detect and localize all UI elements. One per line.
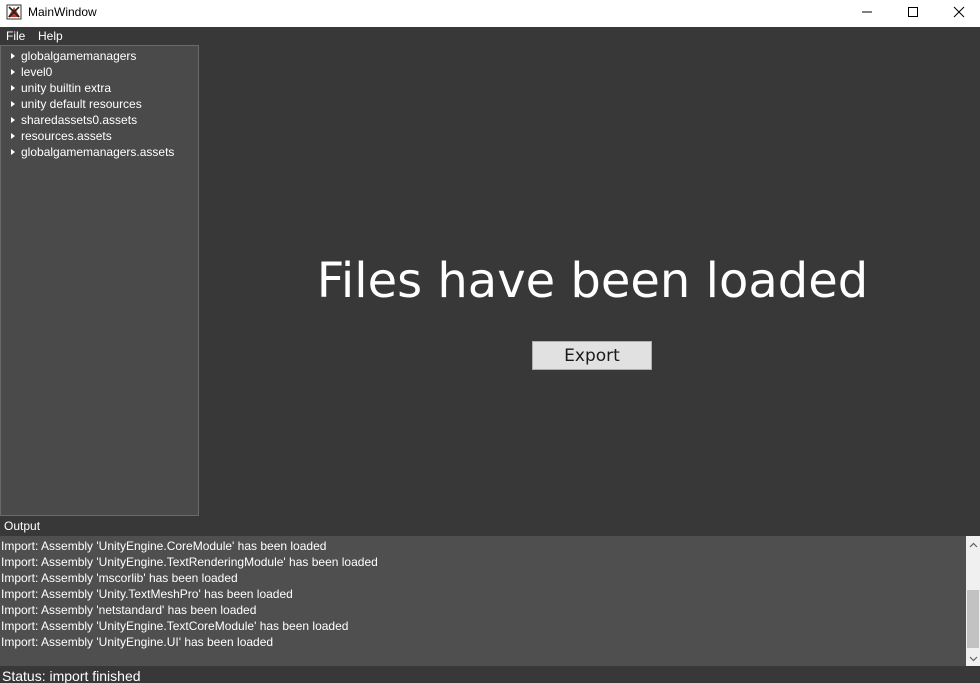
tree-item-label: sharedassets0.assets xyxy=(21,113,138,127)
menu-file[interactable]: File xyxy=(6,29,25,43)
tree-item-label: level0 xyxy=(21,65,53,79)
maximize-button[interactable] xyxy=(890,0,936,27)
tree-item-label: globalgamemanagers xyxy=(21,49,137,63)
expand-arrow-icon[interactable] xyxy=(11,69,15,75)
expand-arrow-icon[interactable] xyxy=(11,117,15,123)
scroll-down-button[interactable] xyxy=(966,650,980,666)
file-tree[interactable]: globalgamemanagers level0 unity builtin … xyxy=(0,45,199,516)
output-header: Output xyxy=(0,516,980,536)
tree-item-label: unity default resources xyxy=(21,97,142,111)
tree-item-resources-assets[interactable]: resources.assets xyxy=(1,128,198,144)
tree-item-unity-builtin-extra[interactable]: unity builtin extra xyxy=(1,80,198,96)
loaded-headline: Files have been loaded xyxy=(316,253,869,309)
log-line: Import: Assembly 'UnityEngine.TextCoreMo… xyxy=(1,619,349,633)
app-icon xyxy=(6,4,22,20)
output-title: Output xyxy=(4,519,41,533)
output-scrollbar[interactable] xyxy=(966,536,980,666)
main-panel: Files have been loaded Export xyxy=(199,45,980,516)
menu-bar: File Help xyxy=(0,27,980,45)
log-line: Import: Assembly 'UnityEngine.TextRender… xyxy=(1,555,378,569)
tree-item-label: resources.assets xyxy=(21,129,112,143)
maximize-icon xyxy=(907,6,919,21)
log-line: Import: Assembly 'netstandard' has been … xyxy=(1,603,257,617)
minimize-button[interactable] xyxy=(844,0,890,27)
close-icon xyxy=(953,6,965,21)
title-bar: MainWindow xyxy=(0,0,980,27)
log-line: Import: Assembly 'UnityEngine.CoreModule… xyxy=(1,539,327,553)
close-button[interactable] xyxy=(936,0,980,27)
tree-item-globalgamemanagers[interactable]: globalgamemanagers xyxy=(1,48,198,64)
tree-item-label: unity builtin extra xyxy=(21,81,112,95)
export-button[interactable]: Export xyxy=(532,341,652,370)
expand-arrow-icon[interactable] xyxy=(11,101,15,107)
status-text: Status: import finished xyxy=(2,668,141,683)
output-log[interactable]: Import: Assembly 'UnityEngine.CoreModule… xyxy=(0,536,966,666)
chevron-up-icon xyxy=(969,537,978,551)
tree-item-level0[interactable]: level0 xyxy=(1,64,198,80)
expand-arrow-icon[interactable] xyxy=(11,149,15,155)
scroll-up-button[interactable] xyxy=(966,536,980,552)
expand-arrow-icon[interactable] xyxy=(11,133,15,139)
menu-help[interactable]: Help xyxy=(38,29,63,43)
tree-item-label: globalgamemanagers.assets xyxy=(21,145,175,159)
tree-item-sharedassets0[interactable]: sharedassets0.assets xyxy=(1,112,198,128)
log-line: Import: Assembly 'UnityEngine.UI' has be… xyxy=(1,635,274,649)
expand-arrow-icon[interactable] xyxy=(11,85,15,91)
status-bar: Status: import finished xyxy=(0,666,980,683)
log-line: Import: Assembly 'mscorlib' has been loa… xyxy=(1,571,238,585)
scroll-thumb[interactable] xyxy=(967,590,979,648)
chevron-down-icon xyxy=(969,651,978,665)
log-line: Import: Assembly 'Unity.TextMeshPro' has… xyxy=(1,587,293,601)
minimize-icon xyxy=(861,6,873,21)
tree-item-unity-default-resources[interactable]: unity default resources xyxy=(1,96,198,112)
window-title: MainWindow xyxy=(28,5,97,19)
tree-item-globalgamemanagers-assets[interactable]: globalgamemanagers.assets xyxy=(1,144,198,160)
expand-arrow-icon[interactable] xyxy=(11,53,15,59)
